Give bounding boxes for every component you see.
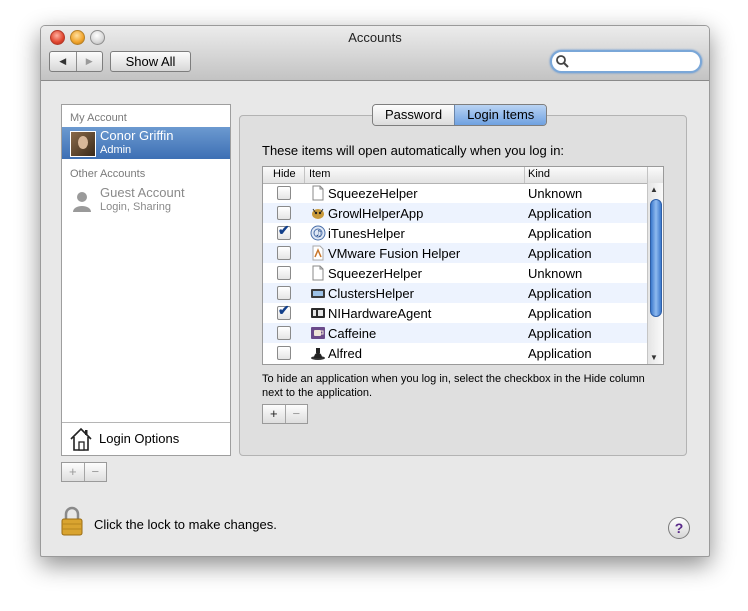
vmware-icon [312,245,324,261]
table-header: Hide Item Kind [263,167,663,184]
checkmark-icon: ✔ [278,302,290,318]
tab-password[interactable]: Password [373,105,455,125]
item-kind: Unknown [528,266,583,281]
search-field[interactable] [550,50,702,73]
item-kind: Application [528,286,592,301]
table-row[interactable]: ClustersHelper Application [263,283,647,303]
itunes-icon: ♫ [310,225,326,241]
search-input[interactable] [572,53,692,68]
hide-checkbox[interactable] [277,326,291,340]
hide-checkbox[interactable] [277,346,291,360]
clusters-icon [311,289,325,298]
scroll-thumb[interactable] [650,199,662,317]
item-kind: Application [528,246,592,261]
item-name: VMware Fusion Helper [328,246,461,261]
alfred-icon [311,348,325,360]
table-row[interactable]: GrowlHelperApp Application [263,203,647,223]
table-row[interactable]: SqueezerHelper Unknown [263,263,647,283]
item-kind: Application [528,206,592,221]
accounts-list: My Account Conor Griffin Admin Other Acc… [61,104,231,456]
remove-account-button[interactable]: − [83,463,107,481]
guest-user-icon [73,192,91,212]
item-kind: Application [528,226,592,241]
column-header-kind[interactable]: Kind [528,168,550,180]
hide-hint-text: To hide an application when you log in, … [262,373,645,399]
caffeine-icon [311,327,325,339]
hide-checkbox[interactable] [277,266,291,280]
svg-text:♫: ♫ [315,229,322,238]
column-header-item[interactable]: Item [309,168,330,180]
table-row[interactable]: VMware Fusion Helper Application [263,243,647,263]
table-row[interactable]: ✔ NIHardwareAgent Application [263,303,647,323]
item-kind: Application [528,326,592,341]
item-name: iTunesHelper [328,226,405,241]
account-name: Conor Griffin [100,128,174,143]
add-account-button[interactable]: + [62,463,84,481]
accounts-window: Accounts ◀ ▶ Show All My Account Conor G… [40,25,710,557]
hide-checkbox[interactable] [277,206,291,220]
show-all-button[interactable]: Show All [110,51,191,72]
guest-account-subtitle: Login, Sharing [100,201,171,213]
guest-account-name[interactable]: Guest Account [100,185,185,200]
item-name: GrowlHelperApp [328,206,424,221]
item-name: Alfred [328,346,362,361]
tab-bar: Password Login Items [372,104,548,126]
item-kind: Application [528,306,592,321]
forward-button[interactable]: ▶ [75,52,103,71]
item-name: SqueezeHelper [328,186,418,201]
hide-checkbox[interactable] [277,246,291,260]
vertical-scrollbar[interactable]: ▲ ▼ [647,183,663,364]
lock-icon[interactable] [61,506,83,536]
back-forward-control: ◀ ▶ [49,51,103,72]
login-item-add-remove-control: + − [262,404,308,424]
table-row[interactable]: Alfred Application [263,343,647,363]
table-row[interactable]: ✔ ♫ iTunesHelper Application [263,223,647,243]
item-name: SqueezerHelper [328,266,422,281]
login-options-item[interactable]: Login Options [62,422,230,455]
hide-checkbox[interactable]: ✔ [277,222,291,240]
checkmark-icon: ✔ [278,222,290,238]
account-add-remove-control: + − [61,462,107,482]
help-button[interactable]: ? [668,517,690,539]
window-title: Accounts [348,30,402,45]
search-icon [556,55,569,68]
back-arrow-icon: ◀ [59,56,67,66]
item-name: NIHardwareAgent [328,306,432,321]
table-row[interactable]: Caffeine Application [263,323,647,343]
house-icon [70,427,92,451]
login-options-label: Login Options [99,431,180,446]
avatar [70,131,96,157]
other-accounts-header: Other Accounts [70,168,146,180]
lock-label: Click the lock to make changes. [94,517,277,532]
column-header-hide[interactable]: Hide [273,168,296,180]
table-row[interactable]: SqueezeHelper Unknown [263,183,647,203]
login-items-intro: These items will open automatically when… [262,143,565,158]
add-login-item-button[interactable]: + [263,405,285,423]
ni-icon [311,308,325,318]
toolbar: Accounts ◀ ▶ Show All [41,26,709,81]
login-items-table: Hide Item Kind SqueezeHelper Unknown Gro… [262,166,664,365]
hide-checkbox[interactable] [277,186,291,200]
document-icon [312,185,324,201]
remove-login-item-button[interactable]: − [284,405,308,423]
document-icon [312,265,324,281]
item-kind: Unknown [528,186,583,201]
tab-login-items[interactable]: Login Items [454,105,547,125]
forward-arrow-icon: ▶ [85,56,93,66]
account-role: Admin [100,144,132,156]
item-name: Caffeine [328,326,377,341]
item-name: ClustersHelper [328,286,414,301]
scroll-down-arrow-icon[interactable]: ▼ [650,353,658,362]
scroll-up-arrow-icon[interactable]: ▲ [650,185,658,194]
item-kind: Application [528,346,592,361]
hide-checkbox[interactable]: ✔ [277,302,291,320]
my-account-header: My Account [70,112,127,124]
account-item-current-user[interactable]: Conor Griffin Admin [62,127,230,159]
growl-icon [312,208,324,219]
hide-checkbox[interactable] [277,286,291,300]
back-button[interactable]: ◀ [50,52,76,71]
